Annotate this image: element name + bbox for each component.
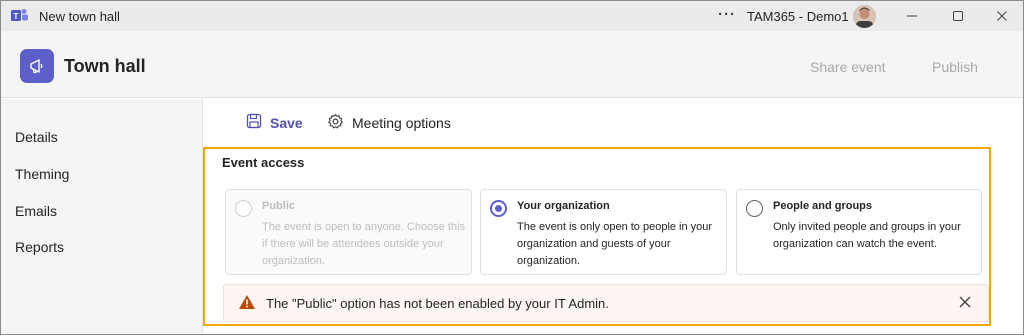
sidebar-item-emails[interactable]: Emails (15, 203, 57, 219)
radio-your-organization[interactable] (490, 200, 507, 217)
more-options-icon[interactable]: ··· (718, 6, 736, 23)
megaphone-icon (20, 49, 54, 83)
access-option-public: Public The event is open to anyone. Choo… (225, 189, 472, 275)
warning-banner: The "Public" option has not been enabled… (223, 284, 989, 322)
window-title: New town hall (39, 9, 120, 24)
minimize-icon[interactable] (901, 5, 923, 27)
access-option-people-and-groups[interactable]: People and groups Only invited people an… (736, 189, 982, 275)
avatar[interactable] (853, 5, 876, 28)
option-description: The event is open to anyone. Choose this… (262, 221, 466, 267)
sidebar-item-details[interactable]: Details (15, 129, 58, 145)
save-button[interactable]: Save (246, 113, 303, 132)
sidebar-item-reports[interactable]: Reports (15, 239, 64, 255)
meeting-options-button[interactable]: Meeting options (327, 113, 451, 133)
account-name[interactable]: TAM365 - Demo1 (747, 9, 849, 24)
teams-icon: T (11, 8, 29, 24)
access-option-your-organization[interactable]: Your organization The event is only open… (480, 189, 727, 275)
close-icon[interactable] (958, 293, 972, 313)
option-title: People and groups (773, 200, 873, 212)
section-title: Event access (222, 155, 305, 170)
share-event-button[interactable]: Share event (810, 59, 886, 75)
option-title: Public (262, 200, 296, 212)
app-header: Town hall Share event Publish (1, 31, 1023, 98)
radio-public (235, 200, 252, 217)
option-description: The event is only open to people in your… (517, 221, 713, 267)
page-title: Town hall (64, 56, 146, 76)
warning-message: The "Public" option has not been enabled… (266, 296, 609, 311)
option-title: Your organization (517, 200, 610, 212)
close-icon[interactable] (991, 5, 1013, 27)
svg-text:T: T (14, 12, 19, 21)
save-icon (246, 113, 262, 132)
radio-people-and-groups[interactable] (746, 200, 763, 217)
gear-icon (327, 113, 344, 133)
title-bar: T New town hall ··· TAM365 - Demo1 (1, 1, 1023, 31)
warning-icon (238, 294, 256, 310)
meeting-options-label: Meeting options (352, 115, 451, 131)
save-label: Save (270, 114, 303, 131)
sidebar: Details Theming Emails Reports (1, 99, 203, 334)
sidebar-item-theming[interactable]: Theming (15, 166, 69, 182)
publish-button[interactable]: Publish (932, 59, 978, 75)
option-description: Only invited people and groups in your o… (773, 221, 961, 250)
maximize-icon[interactable] (947, 5, 969, 27)
